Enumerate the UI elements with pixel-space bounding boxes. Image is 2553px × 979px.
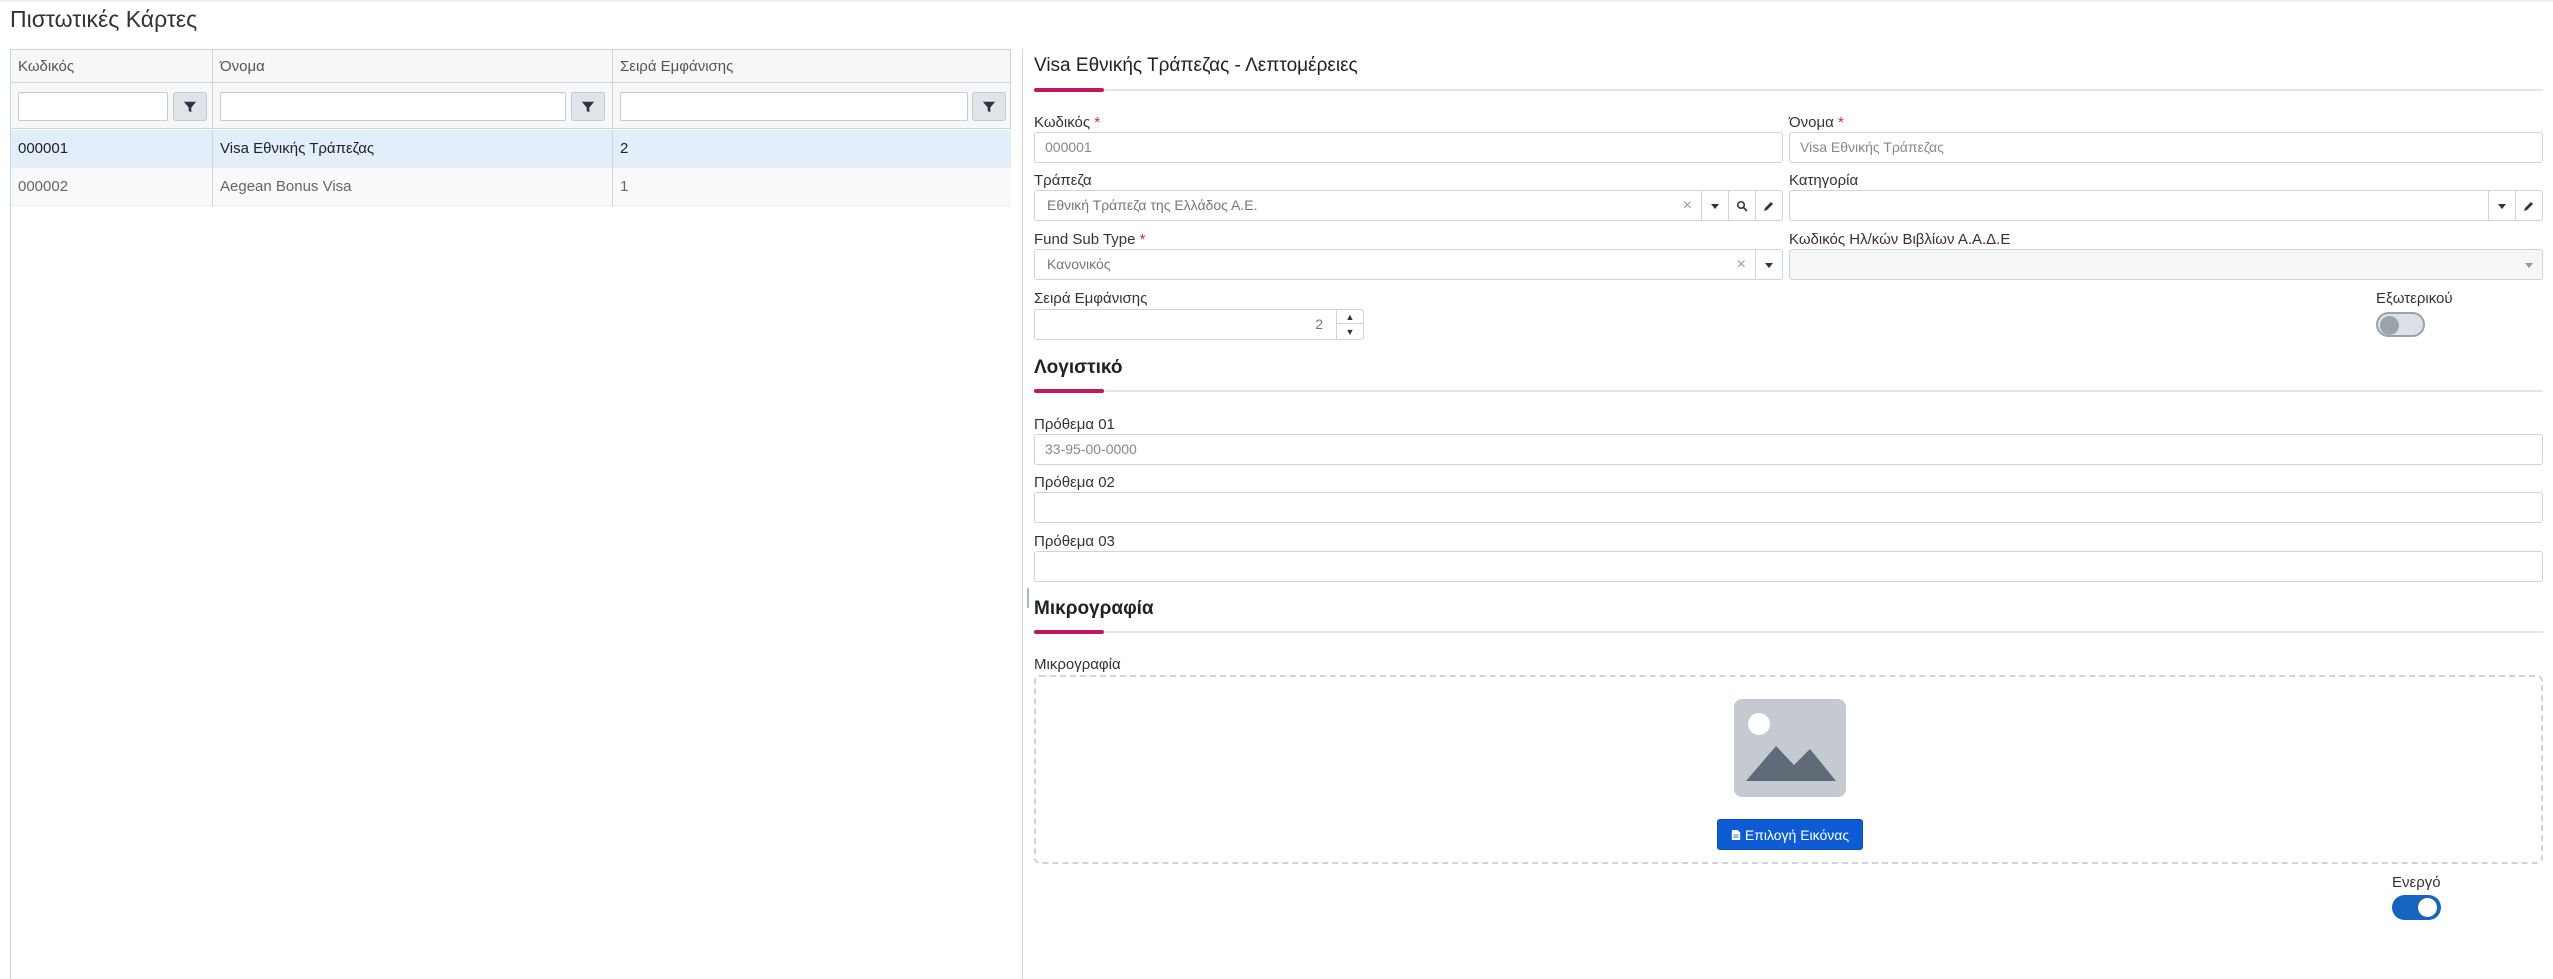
bank-label: Τράπεζα	[1034, 172, 1092, 189]
filter-input-code[interactable]	[18, 92, 168, 121]
prefix2-field[interactable]	[1034, 492, 2543, 523]
display-order-value: 2	[1315, 316, 1323, 332]
grid-filter-row	[11, 83, 1011, 129]
foreign-toggle[interactable]	[2376, 312, 2425, 337]
clear-icon[interactable]: ×	[1683, 191, 1692, 220]
section-divider	[1034, 631, 2543, 633]
cell-code: 000002	[11, 168, 213, 206]
table-row[interactable]: 000002 Aegean Bonus Visa 1	[11, 168, 1011, 206]
top-bar-shadow	[0, 0, 2553, 3]
prefix1-label: Πρόθεμα 01	[1034, 416, 1115, 433]
active-label: Ενεργό	[2392, 874, 2441, 891]
fund-sub-type-combo[interactable]: Κανονικός ×	[1034, 249, 1783, 280]
thumbnail-label: Μικρογραφία	[1034, 656, 1121, 673]
dropdown-button[interactable]	[1701, 191, 1728, 220]
prefix3-field[interactable]	[1034, 551, 2543, 582]
details-title: Visa Εθνικής Τράπεζας - Λεπτομέρειες	[1034, 55, 1358, 76]
filter-cell-order	[613, 83, 1011, 129]
column-header-name[interactable]: Όνομα	[213, 50, 613, 82]
table-row[interactable]: 000001 Visa Εθνικής Τράπεζας 2	[11, 130, 1011, 168]
credit-cards-grid: Κωδικός Όνομα Σειρά Εμφάνισης 000001 Vis…	[10, 49, 1011, 979]
section-divider	[1034, 390, 2543, 392]
grid-header: Κωδικός Όνομα Σειρά Εμφάνισης	[11, 49, 1011, 83]
filter-icon	[183, 101, 197, 112]
fund-sub-type-label: Fund Sub Type *	[1034, 231, 1146, 248]
filter-button-code[interactable]	[173, 92, 207, 121]
section-accent	[1034, 88, 1104, 92]
active-toggle[interactable]	[2392, 895, 2441, 920]
name-field[interactable]: Visa Εθνικής Τράπεζας	[1789, 132, 2543, 163]
edit-button[interactable]	[1755, 191, 1782, 220]
caret-down-icon	[1711, 203, 1719, 209]
aade-code-combo[interactable]	[1789, 249, 2543, 280]
toggle-knob	[2418, 898, 2437, 917]
foreign-label: Εξωτερικού	[2376, 290, 2453, 307]
image-placeholder-icon	[1734, 699, 1846, 797]
stepper-buttons: ▲ ▼	[1336, 310, 1363, 339]
name-label: Όνομα *	[1789, 114, 1844, 131]
filter-button-order[interactable]	[972, 92, 1006, 121]
stepper-up-icon[interactable]: ▲	[1337, 310, 1363, 324]
stepper-down-icon[interactable]: ▼	[1337, 325, 1363, 339]
accounting-title: Λογιστικό	[1034, 357, 1123, 378]
bank-value: Εθνική Τράπεζα της Ελλάδος Α.Ε.	[1047, 197, 1258, 213]
panel-splitter[interactable]	[1022, 49, 1023, 979]
section-accent	[1034, 630, 1104, 634]
prefix2-label: Πρόθεμα 02	[1034, 474, 1115, 491]
filter-button-name[interactable]	[571, 92, 605, 121]
display-order-stepper[interactable]: 2 ▲ ▼	[1034, 309, 1364, 340]
filter-input-order[interactable]	[620, 92, 968, 121]
clear-icon[interactable]: ×	[1737, 250, 1746, 279]
cell-name: Visa Εθνικής Τράπεζας	[213, 130, 613, 168]
filter-input-name[interactable]	[220, 92, 566, 121]
pencil-icon	[2524, 201, 2533, 211]
cell-order: 2	[620, 140, 629, 157]
select-image-button[interactable]: Επιλογή Εικόνας	[1717, 819, 1863, 850]
filter-icon	[581, 101, 595, 112]
select-image-label: Επιλογή Εικόνας	[1744, 826, 1850, 843]
category-combo[interactable]	[1789, 190, 2543, 221]
display-order-label: Σειρά Εμφάνισης	[1034, 290, 1148, 307]
splitter-handle[interactable]	[1027, 588, 1029, 608]
search-icon	[1736, 200, 1748, 212]
filter-icon	[982, 101, 996, 112]
file-icon	[1731, 829, 1741, 840]
caret-down-icon	[1765, 262, 1773, 268]
caret-down-icon	[2498, 203, 2506, 209]
fund-sub-type-value: Κανονικός	[1047, 256, 1111, 272]
column-header-order[interactable]: Σειρά Εμφάνισης	[613, 50, 1011, 82]
cell-code: 000001	[11, 130, 213, 168]
caret-down-icon	[2524, 262, 2533, 268]
dropdown-button[interactable]	[2488, 191, 2515, 220]
image-dropzone[interactable]: Επιλογή Εικόνας	[1034, 675, 2543, 864]
filter-cell-name	[213, 83, 613, 129]
aade-code-label: Κωδικός Ηλ/κών Βιβλίων Α.Α.Δ.Ε	[1789, 231, 2011, 248]
thumbnail-section-title: Μικρογραφία	[1034, 598, 1154, 619]
section-accent	[1034, 389, 1104, 393]
pencil-icon	[1764, 201, 1773, 211]
column-header-code[interactable]: Κωδικός	[11, 50, 213, 82]
cell-name: Aegean Bonus Visa	[213, 168, 613, 206]
dropdown-button[interactable]	[1755, 250, 1782, 279]
page-title: Πιστωτικές Κάρτες	[10, 6, 198, 32]
cell-order: 1	[620, 178, 629, 195]
filter-cell-code	[11, 83, 213, 129]
prefix1-field[interactable]: 33-95-00-0000	[1034, 434, 2543, 465]
dropdown-button[interactable]	[2515, 250, 2542, 279]
code-label: Κωδικός *	[1034, 114, 1101, 131]
bank-combo[interactable]: Εθνική Τράπεζα της Ελλάδος Α.Ε. ×	[1034, 190, 1783, 221]
code-field[interactable]: 000001	[1034, 132, 1783, 163]
category-label: Κατηγορία	[1789, 172, 1859, 189]
search-button[interactable]	[1728, 191, 1755, 220]
section-divider	[1034, 89, 2543, 91]
edit-button[interactable]	[2515, 191, 2542, 220]
toggle-knob	[2380, 316, 2399, 335]
prefix3-label: Πρόθεμα 03	[1034, 533, 1115, 550]
